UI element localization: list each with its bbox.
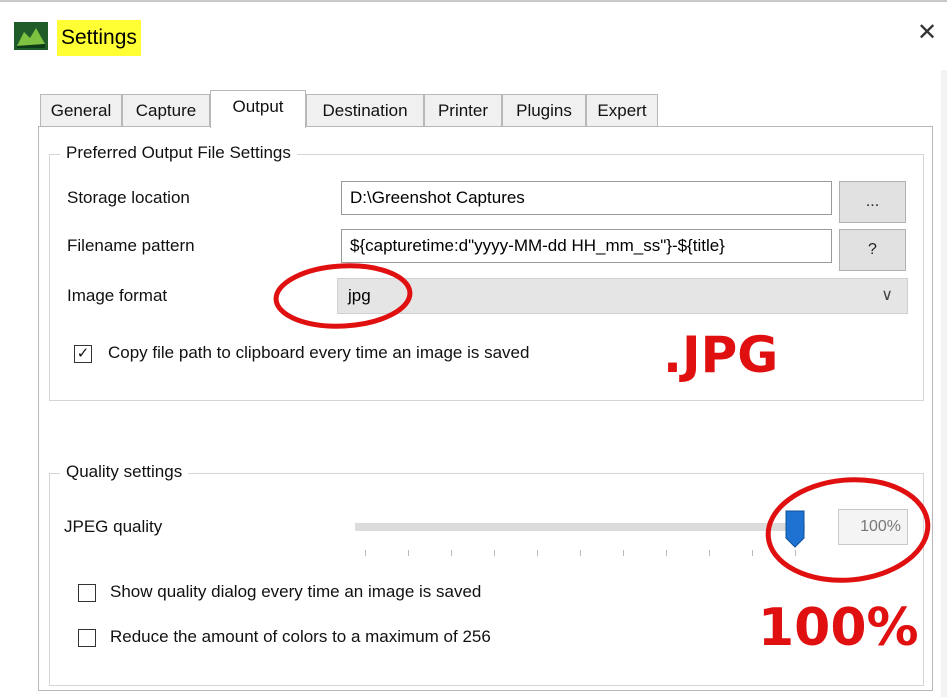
tab-destination[interactable]: Destination	[306, 94, 424, 126]
close-icon: ✕	[916, 19, 938, 46]
slider-tick	[408, 550, 409, 556]
browse-button[interactable]: ...	[839, 181, 906, 223]
tab-printer[interactable]: Printer	[424, 94, 502, 126]
jpg-annotation: .JPG	[663, 326, 779, 384]
output-settings-group: Preferred Output File Settings Storage l…	[49, 143, 924, 401]
tab-general[interactable]: General	[40, 94, 122, 126]
show-quality-dialog-label: Show quality dialog every time an image …	[110, 582, 482, 601]
slider-tick	[752, 550, 753, 556]
slider-tick	[623, 550, 624, 556]
reduce-colors-checkbox[interactable]	[78, 629, 96, 647]
percent-annotation: 100%	[758, 598, 919, 658]
output-settings-legend: Preferred Output File Settings	[60, 143, 297, 163]
slider-tick	[494, 550, 495, 556]
tab-output[interactable]: Output	[210, 90, 306, 128]
reduce-colors-label: Reduce the amount of colors to a maximum…	[110, 627, 491, 646]
pattern-help-button[interactable]: ?	[839, 229, 906, 271]
filename-pattern-input[interactable]: ${capturetime:d"yyyy-MM-dd HH_mm_ss"}-${…	[341, 229, 832, 263]
tab-capture[interactable]: Capture	[122, 94, 210, 126]
title-bar: Settings ✕	[0, 2, 947, 68]
window-title: Settings	[57, 20, 141, 56]
slider-tick	[795, 550, 796, 556]
copy-path-label: Copy file path to clipboard every time a…	[108, 343, 530, 362]
slider-tick	[365, 550, 366, 556]
slider-tick	[537, 550, 538, 556]
storage-location-input[interactable]: D:\Greenshot Captures	[341, 181, 832, 215]
jpeg-quality-slider[interactable]	[355, 523, 805, 531]
image-format-select[interactable]: jpg ∨	[337, 278, 908, 314]
tab-plugins[interactable]: Plugins	[502, 94, 586, 126]
close-button[interactable]: ✕	[912, 18, 942, 48]
storage-location-label: Storage location	[67, 188, 190, 207]
show-quality-dialog-checkbox[interactable]	[78, 584, 96, 602]
image-format-label: Image format	[67, 286, 168, 305]
jpeg-quality-fill	[355, 523, 805, 531]
jpeg-quality-label: JPEG quality	[64, 517, 163, 536]
tab-expert[interactable]: Expert	[586, 94, 658, 126]
copy-path-checkbox[interactable]: ✓	[74, 345, 92, 363]
quality-settings-legend: Quality settings	[60, 462, 189, 482]
slider-tick	[451, 550, 452, 556]
greenshot-icon	[14, 22, 48, 50]
jpeg-quality-thumb[interactable]	[785, 510, 805, 548]
image-format-value: jpg	[348, 286, 371, 305]
filename-pattern-label: Filename pattern	[67, 236, 195, 255]
slider-tick	[580, 550, 581, 556]
jpeg-quality-value: 100%	[838, 509, 908, 545]
slider-tick	[709, 550, 710, 556]
slider-tick	[666, 550, 667, 556]
settings-window: Settings ✕ General Capture Output Destin…	[0, 0, 947, 697]
chevron-down-icon: ∨	[881, 287, 893, 304]
window-right-edge	[941, 70, 947, 697]
